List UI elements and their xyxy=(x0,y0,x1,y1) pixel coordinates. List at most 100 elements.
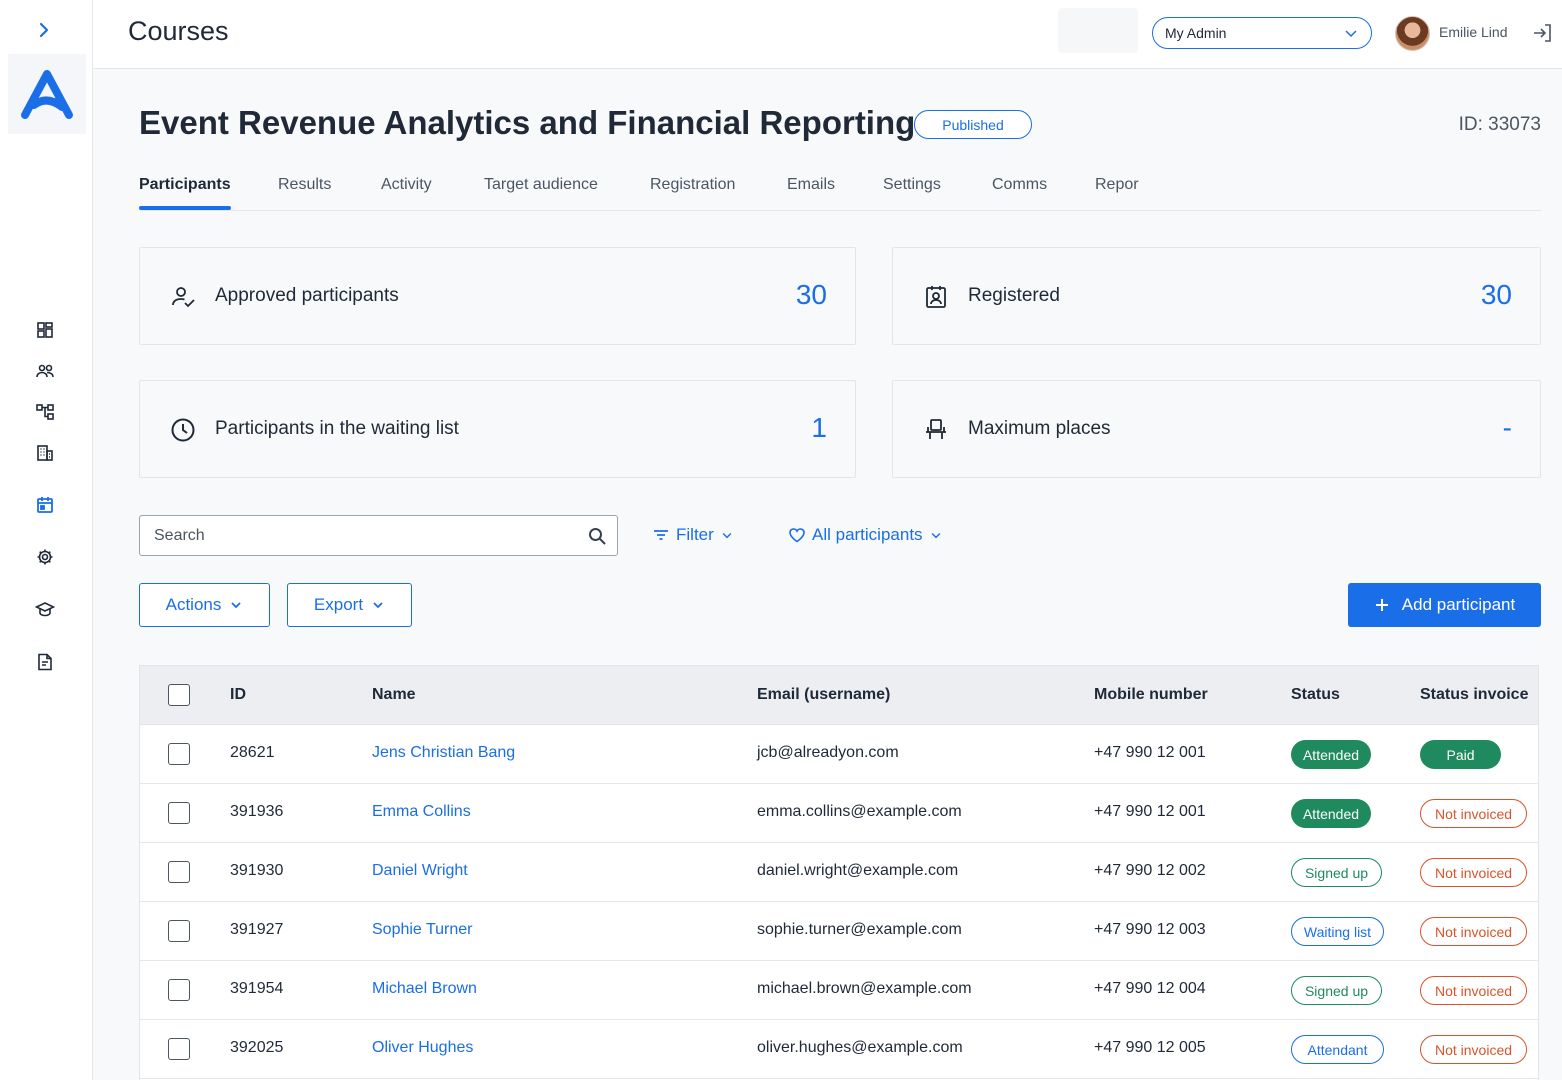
user-name[interactable]: Emilie Lind xyxy=(1439,24,1507,40)
table-row[interactable]: 391936 Emma Collins emma.collins@example… xyxy=(140,784,1538,843)
participant-name-link[interactable]: Michael Brown xyxy=(372,980,477,998)
row-checkbox[interactable] xyxy=(168,743,190,765)
tab-settings[interactable]: Settings xyxy=(883,176,941,194)
participant-name-link[interactable]: Emma Collins xyxy=(372,803,471,821)
invoice-status-badge: Not invoiced xyxy=(1420,1035,1527,1064)
sidebar-item-calendar[interactable] xyxy=(32,492,58,518)
all-participants-label: All participants xyxy=(812,525,923,544)
cell-email: daniel.wright@example.com xyxy=(757,862,959,879)
sidebar xyxy=(0,0,93,1080)
row-checkbox[interactable] xyxy=(168,920,190,942)
table-row[interactable]: 28621 Jens Christian Bang jcb@alreadyon.… xyxy=(140,725,1538,784)
actions-label: Actions xyxy=(165,595,222,614)
card-approved-participants: Approved participants 30 xyxy=(139,247,856,345)
filter-label: Filter xyxy=(676,525,714,544)
column-header-email[interactable]: Email (username) xyxy=(757,686,890,704)
chevron-down-icon xyxy=(373,602,383,609)
hierarchy-icon xyxy=(36,404,54,420)
status-badge: Waiting list xyxy=(1291,917,1384,946)
sidebar-item-users[interactable] xyxy=(32,358,58,384)
participant-name-link[interactable]: Jens Christian Bang xyxy=(372,744,515,762)
cell-mobile: +47 990 12 001 xyxy=(1094,803,1206,820)
admin-select[interactable]: My Admin xyxy=(1152,17,1372,49)
app-logo[interactable] xyxy=(8,54,86,134)
tab-comms[interactable]: Comms xyxy=(992,176,1047,194)
column-header-id[interactable]: ID xyxy=(230,686,246,704)
logout-icon[interactable] xyxy=(1531,22,1553,44)
tab-emails[interactable]: Emails xyxy=(787,176,835,194)
card-value: 30 xyxy=(795,279,827,310)
cell-email: emma.collins@example.com xyxy=(757,803,962,820)
chevron-down-icon xyxy=(231,602,242,609)
cell-email: oliver.hughes@example.com xyxy=(757,1039,963,1056)
participant-name-link[interactable]: Sophie Turner xyxy=(372,921,473,939)
row-checkbox[interactable] xyxy=(168,1038,190,1060)
user-check-icon xyxy=(170,284,196,310)
tab-participants[interactable]: Participants xyxy=(139,176,231,194)
tab-registration[interactable]: Registration xyxy=(650,176,735,194)
invoice-status-badge: Not invoiced xyxy=(1420,858,1527,887)
participant-name-link[interactable]: Oliver Hughes xyxy=(372,1039,473,1057)
tab-target-audience[interactable]: Target audience xyxy=(484,176,598,194)
select-all-checkbox[interactable] xyxy=(168,684,190,706)
badge-icon xyxy=(923,284,949,310)
top-bar: Courses My Admin Emilie Lind xyxy=(93,0,1562,69)
export-label: Export xyxy=(313,595,364,614)
column-header-status-invoice[interactable]: Status invoice xyxy=(1420,686,1528,704)
table-row[interactable]: 391927 Sophie Turner sophie.turner@examp… xyxy=(140,902,1538,961)
export-button[interactable]: Export xyxy=(287,583,412,627)
cell-mobile: +47 990 12 003 xyxy=(1094,921,1206,938)
app-title: Courses xyxy=(128,16,229,46)
search-input[interactable] xyxy=(154,525,574,547)
sidebar-item-courses[interactable] xyxy=(32,596,58,622)
add-participant-button[interactable]: Add participant xyxy=(1348,583,1541,627)
card-maximum-places: Maximum places - xyxy=(892,380,1541,478)
invoice-status-badge: Not invoiced xyxy=(1420,917,1527,946)
cell-email: sophie.turner@example.com xyxy=(757,921,962,938)
column-header-mobile[interactable]: Mobile number xyxy=(1094,686,1208,704)
row-checkbox[interactable] xyxy=(168,861,190,883)
actions-button[interactable]: Actions xyxy=(139,583,270,627)
sidebar-item-settings[interactable] xyxy=(32,544,58,570)
expand-sidebar-icon[interactable] xyxy=(34,20,54,40)
seat-icon xyxy=(923,417,949,443)
cell-mobile: +47 990 12 005 xyxy=(1094,1039,1206,1056)
sidebar-item-hierarchy[interactable] xyxy=(32,399,58,425)
sidebar-item-reports[interactable] xyxy=(32,649,58,675)
graduation-cap-icon xyxy=(35,602,55,617)
card-value: 1 xyxy=(811,412,827,443)
page-title: Event Revenue Analytics and Financial Re… xyxy=(139,104,916,141)
status-badge: Attended xyxy=(1291,799,1371,828)
status-badge: Published xyxy=(914,110,1032,139)
active-tab-indicator xyxy=(139,206,231,210)
dashboard-icon xyxy=(37,322,53,338)
card-label: Registered xyxy=(968,285,1060,306)
cell-id: 391927 xyxy=(230,921,284,938)
row-checkbox[interactable] xyxy=(168,979,190,1001)
tab-activity[interactable]: Activity xyxy=(381,176,432,194)
column-header-name[interactable]: Name xyxy=(372,686,416,704)
cell-email: jcb@alreadyon.com xyxy=(757,744,899,761)
tab-reports[interactable]: Repor xyxy=(1095,176,1139,194)
table-row[interactable]: 392025 Oliver Hughes oliver.hughes@examp… xyxy=(140,1020,1538,1079)
invoice-status-badge: Not invoiced xyxy=(1420,799,1527,828)
sidebar-item-organization[interactable] xyxy=(32,440,58,466)
status-badge: Attendant xyxy=(1291,1035,1384,1064)
card-value: 30 xyxy=(1480,279,1512,310)
table-row[interactable]: 391954 Michael Brown michael.brown@examp… xyxy=(140,961,1538,1020)
document-icon xyxy=(38,653,52,671)
column-header-status[interactable]: Status xyxy=(1291,686,1340,704)
row-checkbox[interactable] xyxy=(168,802,190,824)
all-participants-dropdown[interactable]: All participants xyxy=(788,525,943,545)
tab-results[interactable]: Results xyxy=(278,176,331,194)
table-row[interactable]: 391930 Daniel Wright daniel.wright@examp… xyxy=(140,843,1538,902)
invoice-status-badge: Paid xyxy=(1420,740,1501,769)
card-value: - xyxy=(1502,412,1512,443)
filter-button[interactable]: Filter xyxy=(652,525,734,545)
cell-mobile: +47 990 12 004 xyxy=(1094,980,1206,997)
sidebar-item-dashboard[interactable] xyxy=(32,317,58,343)
participant-name-link[interactable]: Daniel Wright xyxy=(372,862,468,880)
search-icon[interactable] xyxy=(587,526,607,546)
status-badge: Signed up xyxy=(1291,976,1382,1005)
avatar[interactable] xyxy=(1395,16,1430,51)
